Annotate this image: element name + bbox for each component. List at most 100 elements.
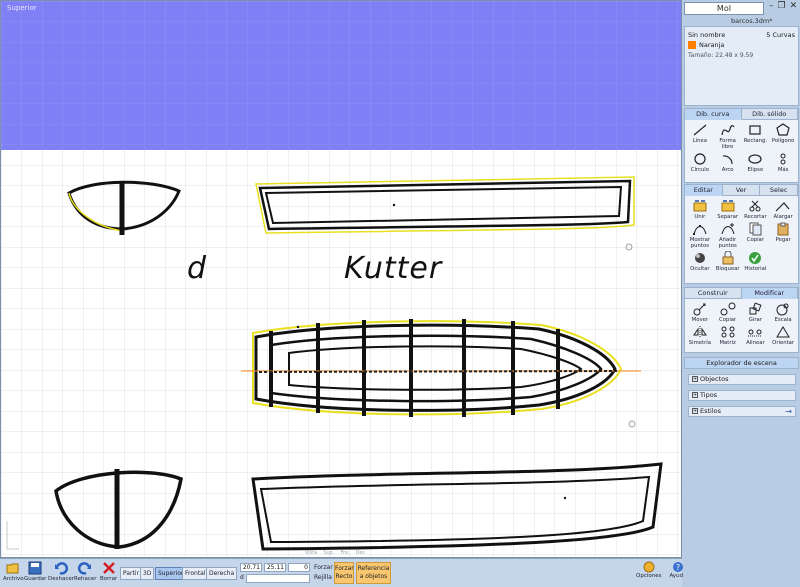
tool-ocultar[interactable]: Ocultar xyxy=(686,251,714,272)
modify-panel: Construir Modificar Mover Copiar Girar E… xyxy=(684,287,799,353)
view-button-frontal[interactable]: Frontal xyxy=(182,567,209,580)
view-button-derecha[interactable]: Derecha xyxy=(206,567,238,580)
tab-ver[interactable]: Ver xyxy=(722,185,761,196)
mini-tab-fre[interactable]: Fre. xyxy=(340,550,349,556)
tool-simetria[interactable]: Simetría xyxy=(686,325,714,346)
tool-pegar[interactable]: Pegar xyxy=(769,222,797,249)
line-icon xyxy=(693,124,707,136)
expand-icon[interactable]: + xyxy=(692,376,698,382)
tool-recortar[interactable]: Recortar xyxy=(742,199,770,220)
style-swatch[interactable] xyxy=(688,41,696,49)
tool-elipse[interactable]: Elipse xyxy=(742,152,770,173)
drawing-canvas[interactable] xyxy=(1,1,682,558)
tool-arco[interactable]: Arco xyxy=(714,152,742,173)
coord-distance-field[interactable] xyxy=(246,574,310,583)
window-controls: – ❐ ✕ xyxy=(769,1,797,11)
tool-mover[interactable]: Mover xyxy=(686,302,714,323)
scene-item-estilos[interactable]: + Estilos → xyxy=(688,406,796,417)
coord-x-field[interactable]: 20.71 xyxy=(240,563,262,572)
rotate-icon xyxy=(749,302,762,315)
coord-z-field[interactable]: 0 xyxy=(288,563,310,572)
properties-box: Sin nombre 5 Curvas Naranja Tamaño: 22.4… xyxy=(684,26,799,106)
file-button[interactable]: Archivo xyxy=(3,561,24,582)
align-icon xyxy=(748,329,763,337)
tool-mostrar-puntos[interactable]: Mostrar puntos xyxy=(686,222,714,249)
tab-dib-curva[interactable]: Dib. curva xyxy=(685,109,742,120)
tool-poligono[interactable]: Polígono xyxy=(769,123,797,150)
coord-label: d xyxy=(240,574,244,581)
viewport-superior[interactable]: Superior d Kutter Vista Sup. Fre. Der. xyxy=(0,0,682,558)
tool-forma-libre[interactable]: Forma libre xyxy=(714,123,742,150)
drawing-label-d: d xyxy=(187,251,207,286)
undo-icon xyxy=(55,562,68,575)
object-name[interactable]: Sin nombre xyxy=(688,31,725,39)
delete-x-icon xyxy=(102,562,115,574)
drawing-label-kutter: Kutter xyxy=(344,251,443,286)
minimize-icon[interactable]: – xyxy=(769,1,774,11)
tool-escala[interactable]: Escala xyxy=(769,302,797,323)
save-button[interactable]: Guardar xyxy=(24,561,46,582)
view-button-3d[interactable]: 3D xyxy=(140,567,155,580)
array-icon xyxy=(721,326,735,338)
options-button[interactable]: Opciones xyxy=(636,561,661,579)
tab-dib-solido[interactable]: Dib. sólido xyxy=(741,109,798,120)
referencia-objetos-button[interactable]: Referencia a objetos xyxy=(356,562,391,584)
circle-icon xyxy=(694,153,706,165)
expand-icon[interactable]: + xyxy=(692,392,698,398)
tool-bloquear[interactable]: Bloquear xyxy=(714,251,742,272)
undo-button[interactable]: Deshacer xyxy=(48,561,74,582)
history-icon xyxy=(749,252,762,264)
tool-mas[interactable]: Más xyxy=(769,152,797,173)
close-icon[interactable]: ✕ xyxy=(790,1,798,11)
lock-icon xyxy=(722,251,734,265)
tab-construir[interactable]: Construir xyxy=(685,288,742,299)
tool-orientar[interactable]: Orientar xyxy=(769,325,797,346)
paste-icon xyxy=(777,222,789,236)
rejilla-toggle[interactable]: Rejilla xyxy=(314,574,332,581)
folder-icon xyxy=(6,563,19,574)
redo-button[interactable]: Rehacer xyxy=(74,561,96,582)
style-name[interactable]: Naranja xyxy=(699,41,724,49)
scene-explorer-header[interactable]: Explorador de escena xyxy=(684,357,799,369)
tool-circulo[interactable]: Círculo xyxy=(686,152,714,173)
tool-matriz[interactable]: Matriz xyxy=(714,325,742,346)
help-area: Opciones ? Ayuda xyxy=(636,561,686,579)
tool-girar[interactable]: Girar xyxy=(742,302,770,323)
show-points-icon xyxy=(692,225,707,235)
restore-icon[interactable]: ❐ xyxy=(778,1,786,11)
options-icon xyxy=(643,561,655,573)
mini-tab-sup[interactable]: Sup. xyxy=(323,550,334,556)
object-count: 5 Curvas xyxy=(766,31,795,39)
scene-item-tipos[interactable]: + Tipos xyxy=(688,390,796,401)
tool-copiar[interactable]: Copiar xyxy=(742,222,770,249)
coord-y-field[interactable]: 25.11 xyxy=(264,563,286,572)
copy-icon xyxy=(749,222,762,236)
scale-icon xyxy=(776,303,789,316)
tool-alargar[interactable]: Alargar xyxy=(769,199,797,220)
delete-button[interactable]: Borrar xyxy=(100,561,117,582)
view-button-partir[interactable]: Partir xyxy=(120,567,142,580)
forzar-recto-button[interactable]: Forzar Recto xyxy=(334,562,354,584)
tool-anadir-puntos[interactable]: Añadir puntos xyxy=(714,222,742,249)
redo-icon xyxy=(78,562,92,575)
separate-icon xyxy=(721,200,735,212)
mini-tab-der[interactable]: Der. xyxy=(356,550,366,556)
scene-item-objectos[interactable]: + Objectos xyxy=(688,374,796,385)
tool-separar[interactable]: Separar xyxy=(714,199,742,220)
tool-alinear[interactable]: Alinear xyxy=(742,325,770,346)
orient-icon xyxy=(776,326,791,338)
tool-rectangulo[interactable]: Rectang. xyxy=(742,123,770,150)
mini-tab-vista[interactable]: Vista xyxy=(305,550,317,556)
tool-historial[interactable]: Historial xyxy=(742,251,770,272)
tool-unir[interactable]: Unir xyxy=(686,199,714,220)
tab-modificar[interactable]: Modificar xyxy=(741,288,798,299)
join-icon xyxy=(693,200,707,212)
arrow-right-icon[interactable]: → xyxy=(785,407,792,416)
forzar-label: Forzar xyxy=(314,564,333,571)
tool-copiar-mod[interactable]: Copiar xyxy=(714,302,742,323)
tab-editar[interactable]: Editar xyxy=(685,185,723,196)
expand-icon[interactable]: + xyxy=(692,408,698,414)
tool-linea[interactable]: Línea xyxy=(686,123,714,150)
filename: barcos.3dm* xyxy=(731,17,773,25)
tab-selec[interactable]: Selec xyxy=(760,185,799,196)
